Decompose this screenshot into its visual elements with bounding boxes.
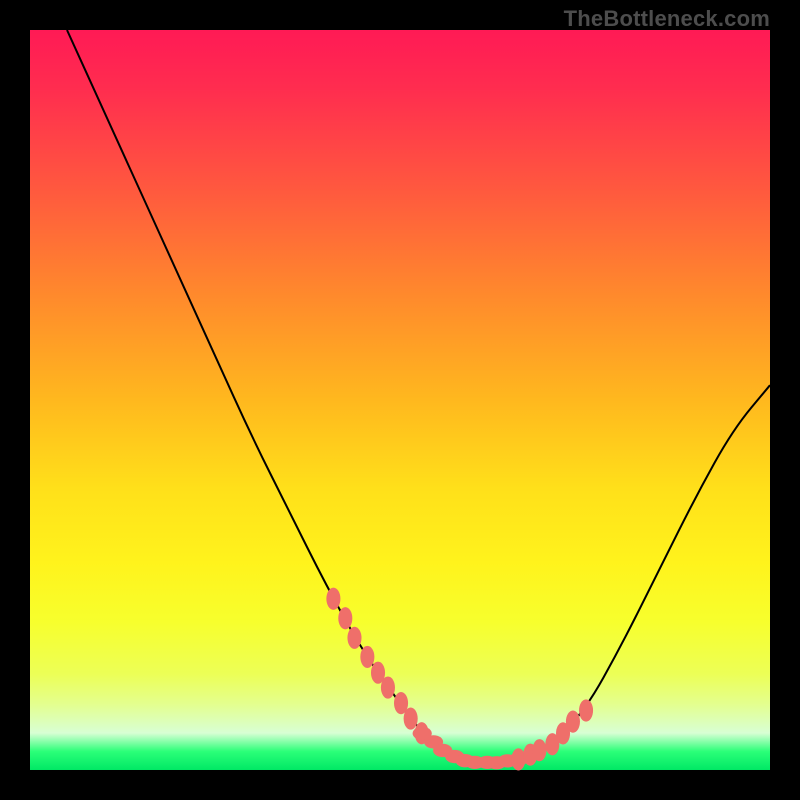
plot-area bbox=[30, 30, 770, 770]
highlight-dot bbox=[381, 676, 395, 698]
highlight-dot bbox=[511, 748, 525, 770]
highlight-dot bbox=[404, 707, 418, 729]
highlight-dot bbox=[360, 646, 374, 668]
chart-frame: TheBottleneck.com bbox=[0, 0, 800, 800]
highlight-dot bbox=[566, 711, 580, 733]
attribution-watermark: TheBottleneck.com bbox=[564, 6, 770, 32]
highlight-dot bbox=[579, 699, 593, 721]
highlight-dot bbox=[338, 607, 352, 629]
highlight-dot bbox=[347, 627, 361, 649]
highlight-dot bbox=[326, 588, 340, 610]
bottleneck-curve bbox=[67, 30, 770, 763]
highlight-dot bbox=[532, 739, 546, 761]
chart-svg bbox=[30, 30, 770, 770]
